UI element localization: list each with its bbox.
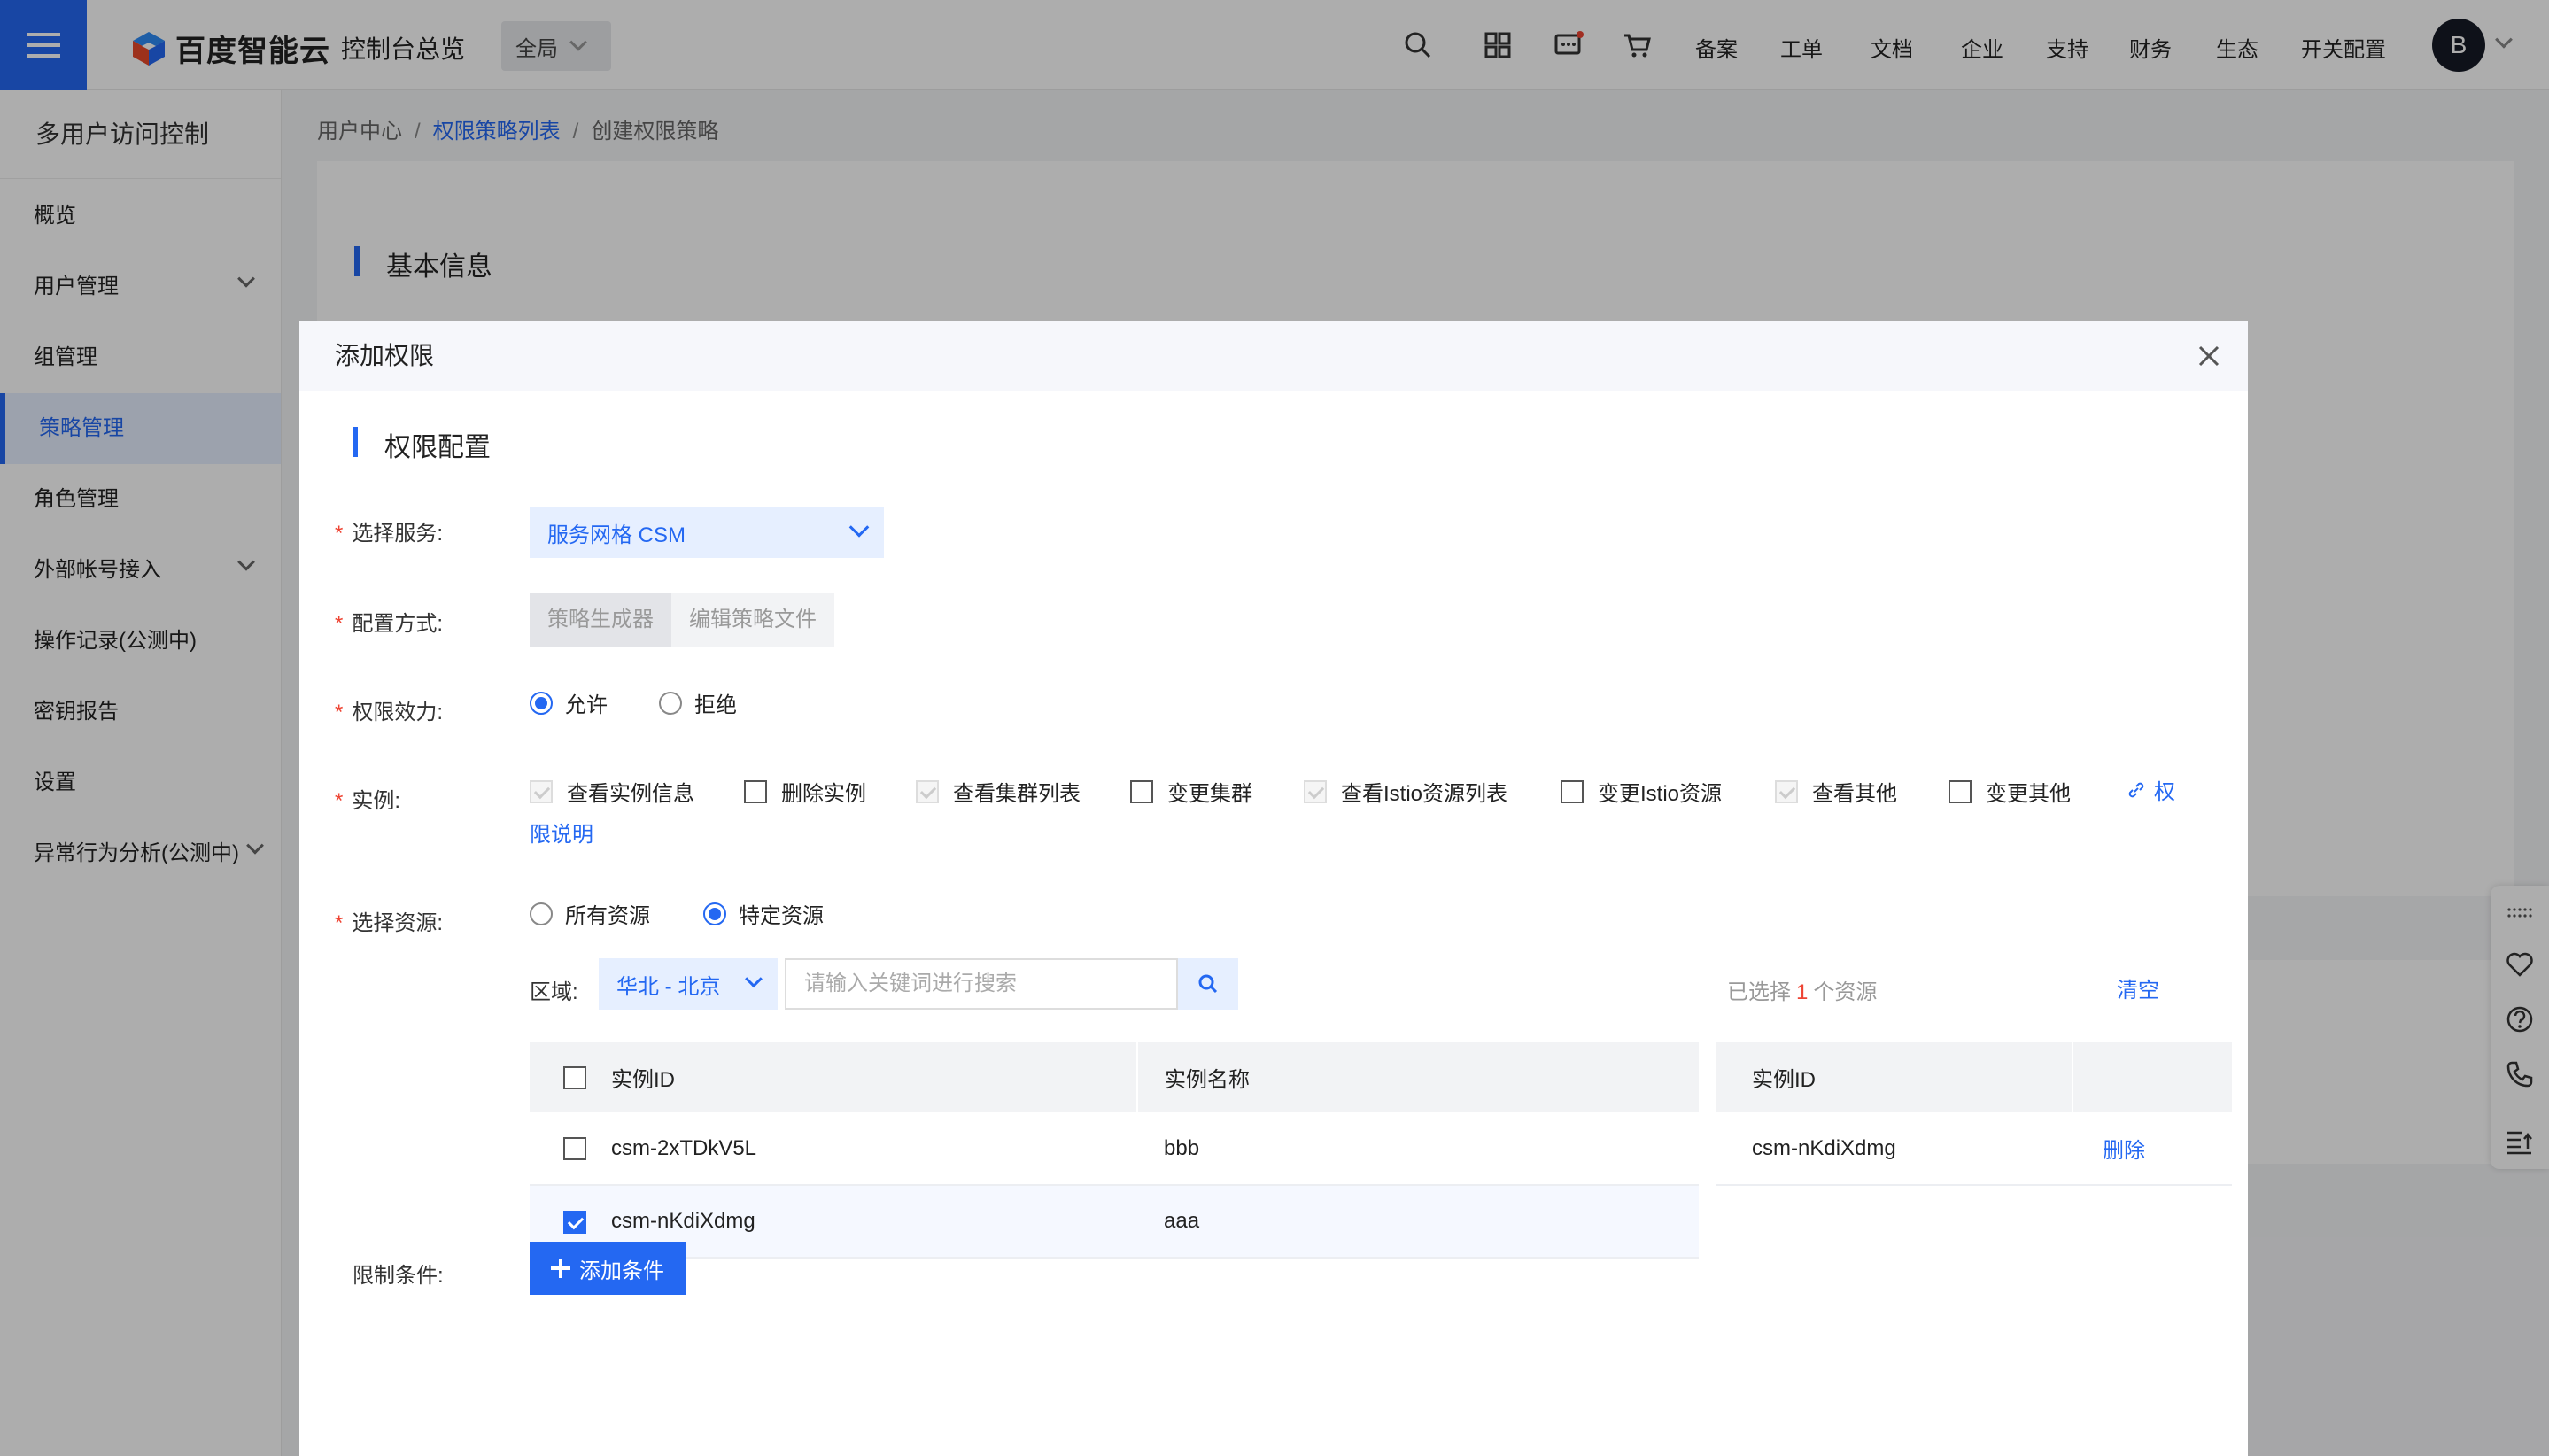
- service-select[interactable]: 服务网格 CSM: [530, 507, 884, 558]
- add-permission-dialog: 添加权限 权限配置 * 选择服务: 服务网格 CSM * 配置方式: 策略生成器 编…: [299, 321, 2248, 1456]
- config-mode-segment: 策略生成器 编辑策略文件: [530, 593, 834, 647]
- checkbox: [744, 779, 767, 803]
- checkbox-label: 查看其他: [1812, 782, 1897, 806]
- checkbox-label: 变更集群: [1167, 782, 1252, 806]
- effect-label: * 权限效力:: [335, 701, 444, 724]
- checkbox-label: 删除实例: [781, 782, 866, 806]
- dialog-body: 权限配置 * 选择服务: 服务网格 CSM * 配置方式: 策略生成器 编辑策略文件…: [299, 391, 2248, 1456]
- instance-id-cell: csm-nKdiXdmg: [611, 1209, 755, 1233]
- perm-modify-cluster[interactable]: 变更集群: [1130, 776, 1252, 807]
- table-header-row: 实例ID 实例名称: [530, 1042, 1699, 1112]
- dialog-header: 添加权限: [299, 321, 2248, 391]
- resource-specific-radio[interactable]: 特定资源: [703, 898, 824, 929]
- close-icon[interactable]: [2196, 344, 2221, 368]
- instance-name-cell: bbb: [1164, 1135, 1200, 1160]
- column-header-instance-name: 实例名称: [1165, 1067, 1250, 1092]
- search-button[interactable]: [1178, 958, 1238, 1010]
- checkbox-disabled: [530, 779, 553, 803]
- perm-view-istio-resources[interactable]: 查看Istio资源列表: [1304, 776, 1507, 807]
- permission-doc-link-text: 权: [2154, 780, 2175, 804]
- service-value: 服务网格 CSM: [547, 523, 686, 547]
- mode-option-edit-policy-file[interactable]: 编辑策略文件: [671, 593, 834, 647]
- add-condition-label: 添加条件: [579, 1259, 664, 1283]
- select-all-checkbox[interactable]: [563, 1065, 586, 1089]
- mode-option-policy-generator[interactable]: 策略生成器: [530, 593, 671, 647]
- resource-search-input[interactable]: [785, 958, 1178, 1010]
- condition-label: 限制条件:: [353, 1264, 444, 1288]
- resource-all-radio[interactable]: 所有资源: [530, 898, 650, 929]
- region-select[interactable]: 华北 - 北京: [599, 958, 778, 1010]
- checkbox: [1949, 779, 1972, 803]
- column-header-instance-id: 实例ID: [1716, 1042, 2073, 1112]
- table-row[interactable]: csm-2xTDkV5L bbb: [530, 1112, 1699, 1185]
- checkbox: [1561, 779, 1584, 803]
- table-header-row: 实例ID: [1716, 1042, 2232, 1112]
- perm-view-clusters[interactable]: 查看集群列表: [916, 776, 1081, 807]
- row-checkbox-checked[interactable]: [563, 1210, 586, 1234]
- radio-unchecked: [659, 691, 682, 715]
- row-checkbox[interactable]: [563, 1137, 586, 1161]
- radio-label: 允许: [565, 693, 608, 717]
- selected-resource-table: 实例ID csm-nKdiXdmg 删除: [1716, 1042, 2232, 1186]
- plus-icon: [551, 1259, 570, 1278]
- radio-label: 所有资源: [565, 904, 650, 928]
- radio-unchecked: [530, 902, 553, 925]
- perm-modify-other[interactable]: 变更其他: [1949, 776, 2071, 807]
- perm-delete-instance[interactable]: 删除实例: [744, 776, 866, 807]
- table-row: csm-nKdiXdmg 删除: [1716, 1112, 2232, 1185]
- service-label: * 选择服务:: [335, 522, 444, 546]
- link-icon: [2128, 782, 2144, 797]
- effect-allow-radio[interactable]: 允许: [530, 687, 608, 718]
- add-condition-button[interactable]: 添加条件: [530, 1242, 686, 1295]
- selected-count: 1: [1796, 980, 1809, 1004]
- instance-label: * 实例:: [335, 789, 401, 813]
- radio-label: 拒绝: [694, 693, 737, 717]
- selected-instance-id-cell: csm-nKdiXdmg: [1752, 1135, 1896, 1160]
- permission-doc-link[interactable]: 权: [2126, 774, 2175, 805]
- permission-doc-link-continued[interactable]: 限说明: [530, 817, 593, 848]
- radio-label: 特定资源: [739, 904, 824, 928]
- radio-checked: [530, 691, 553, 715]
- region-label: 区域:: [530, 980, 578, 1004]
- instance-table: 实例ID 实例名称 csm-2xTDkV5L bbb csm-nKdiXdmg …: [530, 1042, 1699, 1259]
- config-mode-label: * 配置方式:: [335, 612, 444, 636]
- perm-view-other[interactable]: 查看其他: [1775, 776, 1897, 807]
- table-row[interactable]: csm-nKdiXdmg aaa: [530, 1185, 1699, 1258]
- instance-id-cell: csm-2xTDkV5L: [611, 1135, 757, 1160]
- dialog-title: 添加权限: [335, 342, 435, 369]
- checkbox-disabled: [916, 779, 939, 803]
- instance-name-cell: aaa: [1164, 1209, 1200, 1233]
- checkbox-disabled: [1775, 779, 1798, 803]
- clear-selection-link[interactable]: 清空: [2117, 972, 2159, 1003]
- checkbox-label: 变更Istio资源: [1598, 782, 1723, 806]
- perm-view-instance[interactable]: 查看实例信息: [530, 776, 694, 807]
- search-icon: [1198, 974, 1218, 994]
- checkbox-label: 变更其他: [1986, 782, 2071, 806]
- section-title-permission-config: 权限配置: [353, 425, 491, 464]
- checkbox-label: 查看Istio资源列表: [1341, 782, 1508, 806]
- resource-label: * 选择资源:: [335, 911, 444, 935]
- radio-checked: [703, 902, 726, 925]
- checkbox-label: 查看集群列表: [953, 782, 1081, 806]
- remove-selected-link[interactable]: 删除: [2073, 1112, 2232, 1185]
- effect-deny-radio[interactable]: 拒绝: [659, 687, 737, 718]
- region-value: 华北 - 北京: [616, 974, 721, 999]
- column-header-instance-id: 实例ID: [611, 1042, 1138, 1112]
- checkbox-label: 查看实例信息: [567, 782, 694, 806]
- perm-modify-istio-resources[interactable]: 变更Istio资源: [1561, 776, 1722, 807]
- checkbox-disabled: [1304, 779, 1327, 803]
- chevron-down-icon: [848, 517, 870, 538]
- checkbox: [1130, 779, 1153, 803]
- chevron-down-icon: [745, 970, 763, 988]
- selected-count-info: 已选择 1 个资源: [1727, 980, 1878, 1004]
